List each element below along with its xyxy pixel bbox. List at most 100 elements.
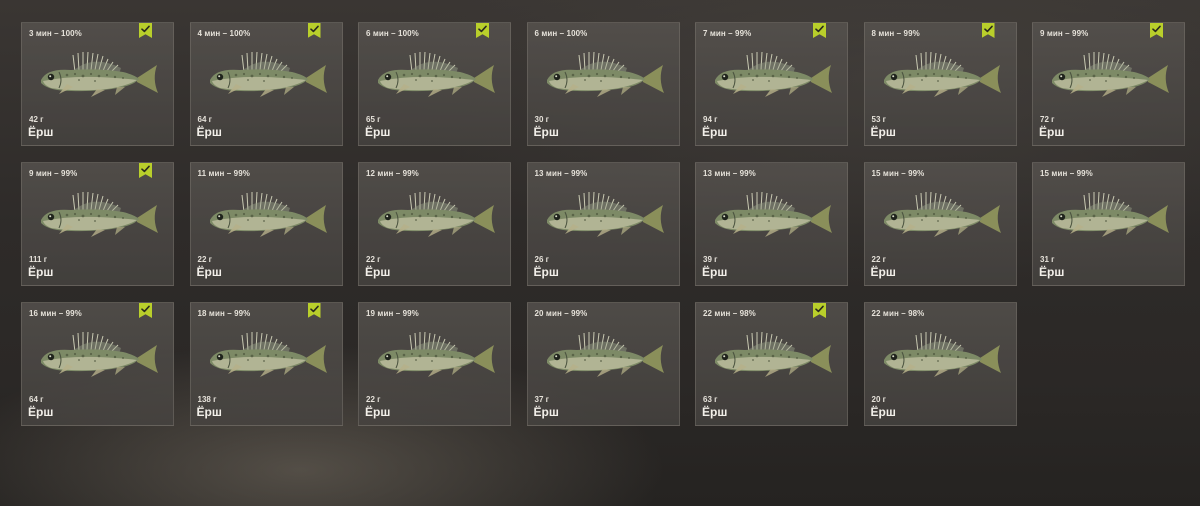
fish-name-label: Ёрш [196,125,222,139]
fish-name-label: Ёрш [533,265,559,279]
fish-weight-label: 22 г [366,255,381,264]
fish-name-label: Ёрш [702,405,728,419]
fish-weight-label: 22 г [366,395,381,404]
fish-card[interactable]: 11 мин – 99% 22 г Ёрш [189,162,343,286]
fish-name-label: Ёрш [196,405,222,419]
fish-name-label: Ёрш [870,405,896,419]
fish-card[interactable]: 13 мин – 99% [695,162,848,286]
ruffe-fish-icon [883,51,1001,97]
check-badge-icon [139,163,152,178]
fish-duration-label: 22 мин – 98% [703,309,756,318]
fish-weight-label: 65 г [366,115,381,124]
fish-duration-label: 19 мин – 99% [366,309,419,318]
fish-card[interactable]: 18 мин – 99% 138 г Ёрш [189,302,343,426]
fish-card[interactable]: 22 мин – 98% [695,302,848,426]
fish-card[interactable]: 15 мин – 99% [863,162,1017,286]
ruffe-fish-icon [209,51,327,97]
fish-name-label: Ёрш [1039,265,1065,279]
fish-duration-label: 3 мин – 100% [29,29,82,38]
fish-duration-label: 13 мин – 99% [703,169,756,178]
fish-weight-label: 20 г [871,395,886,404]
fish-card[interactable]: 22 мин – 98% [863,302,1017,426]
fish-card[interactable]: 12 мин – 99% 22 г Ёрш [358,162,511,286]
fish-weight-label: 64 г [29,395,44,404]
fish-weight-label: 63 г [703,395,718,404]
fish-duration-label: 11 мин – 99% [197,169,250,178]
fish-duration-label: 18 мин – 99% [197,309,251,318]
ruffe-fish-icon [41,51,158,97]
fish-name-label: Ёрш [533,405,559,419]
fish-name-label: Ёрш [365,405,391,419]
ruffe-fish-icon [209,191,327,237]
check-badge-icon [307,23,321,38]
ruffe-fish-icon [1052,51,1169,97]
check-badge-icon [981,23,995,38]
fish-weight-label: 72 г [1040,115,1055,124]
fish-name-label: Ёрш [870,125,896,139]
fish-duration-label: 8 мин – 99% [871,29,920,38]
fish-card[interactable]: 20 мин – 99% 37 г Ёрш [526,302,680,426]
fish-duration-label: 22 мин – 98% [871,309,925,318]
fish-card[interactable]: 15 мин – 99% [1032,162,1185,286]
fish-duration-label: 13 мин – 99% [534,169,588,178]
check-badge-icon [813,303,826,318]
fish-name-label: Ёрш [365,265,391,279]
fish-card[interactable]: 9 мин – 99% [21,162,174,286]
fish-weight-label: 53 г [871,115,886,124]
fish-weight-label: 42 г [29,115,44,124]
fish-card[interactable]: 6 мин – 100% [526,22,680,146]
fish-duration-label: 9 мин – 99% [29,169,78,178]
fish-card[interactable]: 16 мин – 99% 64 г Ёрш [21,302,174,426]
check-badge-icon [1150,23,1163,38]
fish-name-label: Ёрш [870,265,896,279]
fish-duration-label: 12 мин – 99% [366,169,419,178]
fish-card[interactable]: 13 мин – 99% [526,162,680,286]
fish-weight-label: 39 г [703,255,718,264]
fish-duration-label: 9 мин – 99% [1040,29,1089,38]
ruffe-fish-icon [41,331,158,377]
fish-weight-label: 138 г [197,395,217,404]
fish-name-label: Ёрш [365,125,391,139]
fish-card[interactable]: 4 мин – 100% 64 г Ёрш [189,22,343,146]
fish-weight-label: 111 г [29,255,48,264]
fish-duration-label: 4 мин – 100% [197,29,251,38]
fish-card[interactable]: 3 мин – 100% 42 г Ёрш [21,22,174,146]
check-badge-icon [476,23,489,38]
ruffe-fish-icon [883,331,1001,377]
fish-name-label: Ёрш [28,405,54,419]
fish-name-label: Ёрш [1039,125,1065,139]
fish-card[interactable]: 7 мин – 99% 94 г Ёрш [695,22,848,146]
fish-duration-label: 15 мин – 99% [1040,169,1093,178]
fish-weight-label: 22 г [197,255,212,264]
fish-name-label: Ёрш [196,265,222,279]
ruffe-fish-icon [41,191,158,237]
ruffe-fish-icon [209,331,327,377]
check-badge-icon [139,303,152,318]
fish-name-label: Ёрш [28,125,54,139]
fish-duration-label: 20 мин – 99% [534,309,588,318]
ruffe-fish-icon [715,331,832,377]
fish-duration-label: 7 мин – 99% [703,29,752,38]
fish-name-label: Ёрш [533,125,559,139]
check-badge-icon [813,23,826,38]
ruffe-fish-icon [715,191,832,237]
fish-duration-label: 15 мин – 99% [871,169,925,178]
ruffe-fish-icon [883,191,1001,237]
fish-name-label: Ёрш [702,265,728,279]
fish-duration-label: 6 мин – 100% [366,29,419,38]
fish-name-label: Ёрш [28,265,54,279]
fish-weight-label: 22 г [871,255,886,264]
fish-weight-label: 26 г [534,255,549,264]
ruffe-fish-icon [378,331,495,377]
fish-card[interactable]: 8 мин – 99% 53 г Ёрш [863,22,1017,146]
fish-weight-label: 31 г [1040,255,1055,264]
check-badge-icon [139,23,152,38]
fish-card[interactable]: 6 мин – 100% [358,22,511,146]
ruffe-fish-icon [546,51,664,97]
fish-weight-label: 64 г [197,115,212,124]
ruffe-fish-icon [378,191,495,237]
fish-card[interactable]: 9 мин – 99% [1032,22,1185,146]
fish-weight-label: 37 г [534,395,549,404]
fish-card[interactable]: 19 мин – 99% 22 г Ёрш [358,302,511,426]
fish-duration-label: 16 мин – 99% [29,309,82,318]
